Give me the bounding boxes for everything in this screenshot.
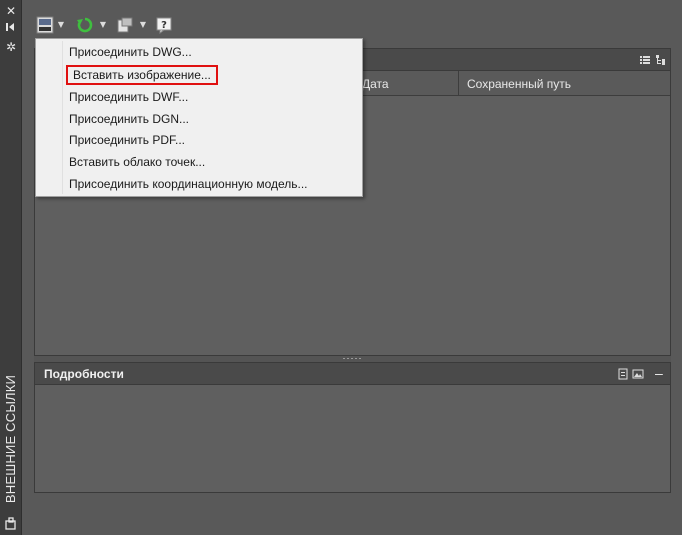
preview-icon[interactable] [632, 368, 644, 380]
list-view-icon[interactable] [639, 54, 651, 66]
menu-item-attach-coordination-model[interactable]: Присоединить координационную модель... [63, 173, 361, 195]
refresh-dropdown-arrow[interactable]: ▼ [99, 16, 107, 34]
close-icon[interactable]: ✕ [3, 4, 19, 18]
help-icon[interactable]: ? [155, 16, 173, 34]
menu-item-insert-point-cloud[interactable]: Вставить облако точек... [63, 151, 361, 173]
refresh-icon[interactable] [76, 16, 94, 34]
attach-dropdown-arrow[interactable]: ▼ [57, 16, 65, 34]
autohide-icon[interactable] [3, 21, 19, 35]
details-title: Подробности [44, 367, 124, 381]
menu-item-attach-dwf[interactable]: Присоединить DWF... [63, 86, 361, 108]
svg-text:?: ? [161, 20, 167, 31]
column-divider[interactable] [458, 71, 459, 96]
menu-item-attach-dwg[interactable]: Присоединить DWG... [63, 41, 361, 63]
dock-icon[interactable] [3, 516, 19, 530]
menu-item-attach-dgn[interactable]: Присоединить DGN... [63, 108, 361, 130]
details-header: Подробности – [35, 363, 670, 385]
details-panel: Подробности – [34, 362, 671, 493]
column-saved-path[interactable]: Сохраненный путь [467, 77, 571, 91]
column-date[interactable]: Дата [362, 77, 389, 91]
details-view-icon[interactable] [617, 368, 629, 380]
palette-strip: ✕ ✲ ВНЕШНИЕ ССЫЛКИ [0, 0, 22, 535]
change-path-dropdown-arrow[interactable]: ▼ [139, 16, 147, 34]
attach-dwg-icon[interactable] [36, 16, 54, 34]
palette-title: ВНЕШНИЕ ССЫЛКИ [3, 374, 18, 504]
collapse-icon[interactable]: – [655, 366, 667, 380]
splitter-grip-icon [343, 358, 361, 359]
toolbar: ▼ ▼ ▼ ? [36, 14, 236, 36]
menu-item-attach-pdf[interactable]: Присоединить PDF... [63, 129, 361, 151]
change-path-icon[interactable] [116, 16, 134, 34]
attach-menu: Присоединить DWG... Вставить изображение… [35, 38, 363, 197]
tree-view-icon[interactable] [655, 54, 667, 66]
properties-icon[interactable]: ✲ [3, 40, 19, 54]
menu-item-insert-image[interactable]: Вставить изображение... [66, 65, 218, 85]
